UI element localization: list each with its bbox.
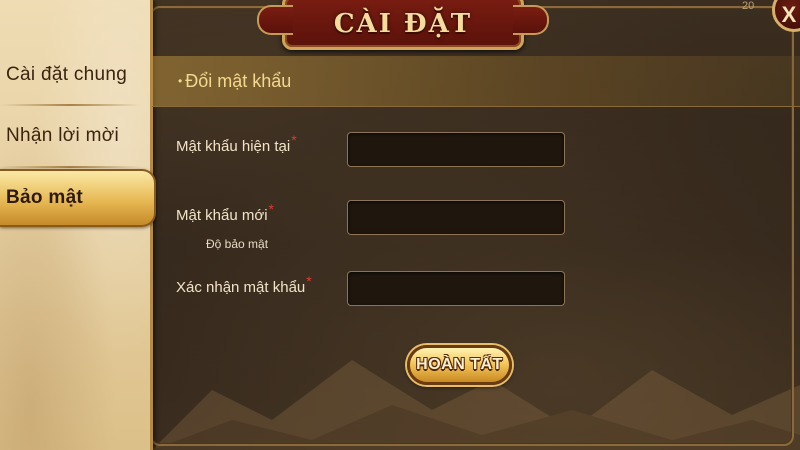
- confirm-password-input[interactable]: [347, 271, 565, 306]
- current-password-label: Mật khẩu hiện tại*: [176, 132, 297, 155]
- section-title: • Đổi mật khẩu: [178, 71, 291, 92]
- sidebar-item-general[interactable]: Cài đặt chung: [0, 47, 150, 103]
- new-password-input[interactable]: [347, 200, 565, 235]
- sidebar-item-label: Bảo mật: [6, 187, 84, 208]
- confirm-password-label-text: Xác nhận mật khẩu: [176, 279, 306, 296]
- submit-button[interactable]: HOÀN TẤT: [407, 345, 512, 385]
- sidebar-divider: [0, 166, 140, 168]
- title-wing-right: [513, 5, 549, 35]
- bullet-icon: •: [178, 73, 183, 88]
- new-password-label-text: Mật khẩu mới: [176, 207, 268, 224]
- corner-indicator: 20: [742, 0, 755, 12]
- required-mark: *: [306, 273, 312, 289]
- dialog-title-plaque: CÀI ĐẶT: [257, 0, 549, 50]
- sidebar-item-security[interactable]: Bảo mật: [0, 169, 156, 227]
- sidebar-divider: [0, 104, 140, 106]
- required-mark: *: [291, 132, 297, 148]
- current-password-input[interactable]: [347, 132, 565, 167]
- close-icon: X: [781, 2, 797, 27]
- title-wing-left: [257, 5, 293, 35]
- password-strength-label: Độ bảo mật: [206, 237, 269, 251]
- required-mark: *: [268, 201, 274, 217]
- section-title-text: Đổi mật khẩu: [185, 70, 292, 91]
- sidebar-item-label: Nhận lời mời: [6, 125, 119, 146]
- sidebar-item-invitations[interactable]: Nhận lời mời: [0, 108, 150, 164]
- dialog-title: CÀI ĐẶT: [333, 9, 473, 39]
- section-header: • Đổi mật khẩu: [152, 56, 800, 107]
- confirm-password-label: Xác nhận mật khẩu*: [176, 273, 312, 296]
- current-password-label-text: Mật khẩu hiện tại: [176, 138, 291, 155]
- new-password-label: Mật khẩu mới*: [176, 201, 274, 224]
- sidebar-item-label: Cài đặt chung: [6, 64, 128, 85]
